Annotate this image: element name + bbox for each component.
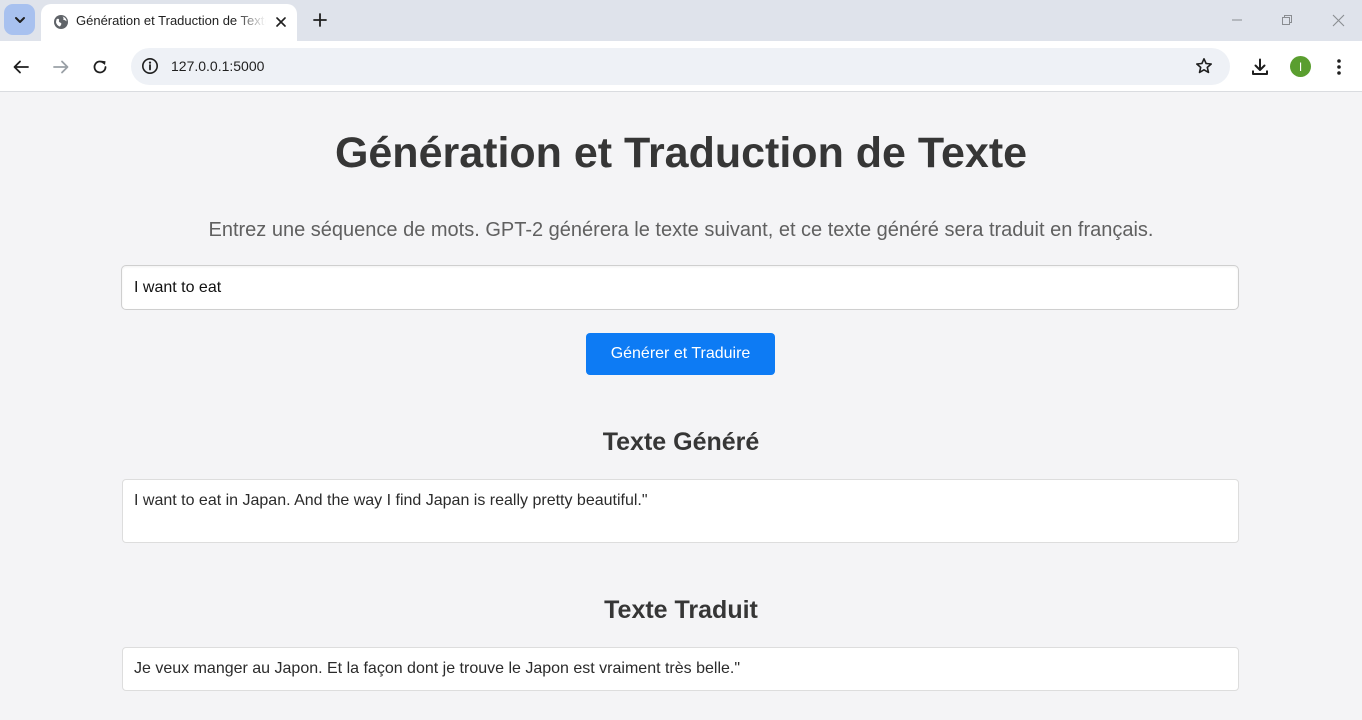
browser-tab-strip: Génération et Traduction de Texte xyxy=(0,0,1362,41)
prompt-input[interactable] xyxy=(121,265,1239,310)
reload-icon xyxy=(93,60,107,74)
address-bar[interactable]: 127.0.0.1:5000 xyxy=(131,48,1230,85)
minimize-button[interactable] xyxy=(1214,0,1260,40)
generated-text-heading: Texte Généré xyxy=(602,428,760,456)
tab-search-button[interactable] xyxy=(4,4,35,35)
translated-text-heading: Texte Traduit xyxy=(604,596,758,624)
tab-title: Génération et Traduction de Texte xyxy=(76,13,266,28)
chevron-down-icon xyxy=(14,16,25,23)
forward-button[interactable] xyxy=(47,53,75,81)
browser-tab-active[interactable]: Génération et Traduction de Texte xyxy=(41,4,297,41)
close-window-button[interactable] xyxy=(1315,0,1361,40)
page-title: Génération et Traduction de Texte xyxy=(334,129,1028,177)
generate-translate-button[interactable]: Générer et Traduire xyxy=(586,333,775,375)
more-vertical-icon xyxy=(1337,59,1341,75)
translated-text-output: Je veux manger au Japon. Et la façon don… xyxy=(122,647,1239,691)
back-button[interactable] xyxy=(7,53,35,81)
minimize-icon xyxy=(1232,19,1242,21)
reload-button[interactable] xyxy=(86,53,114,81)
new-tab-button[interactable] xyxy=(306,6,334,34)
close-icon xyxy=(1332,14,1344,26)
bookmark-star-icon[interactable] xyxy=(1192,54,1216,78)
arrow-right-icon xyxy=(53,60,69,74)
close-tab-icon[interactable] xyxy=(271,12,291,32)
arrow-left-icon xyxy=(13,60,29,74)
generated-text-output: I want to eat in Japan. And the way I fi… xyxy=(122,479,1239,543)
browser-toolbar: 127.0.0.1:5000 I xyxy=(0,41,1362,92)
profile-avatar[interactable]: I xyxy=(1290,56,1311,77)
page-content: Génération et Traduction de Texte Entrez… xyxy=(0,93,1362,720)
download-icon xyxy=(1252,58,1268,75)
globe-icon xyxy=(54,15,68,29)
site-info-icon[interactable] xyxy=(138,54,162,78)
browser-menu-button[interactable] xyxy=(1325,53,1353,81)
url-text: 127.0.0.1:5000 xyxy=(171,58,265,74)
restore-button[interactable] xyxy=(1264,0,1310,40)
restore-icon xyxy=(1282,15,1292,25)
instruction-text: Entrez une séquence de mots. GPT-2 génér… xyxy=(208,219,1154,241)
downloads-button[interactable] xyxy=(1246,53,1274,81)
plus-icon xyxy=(313,13,327,27)
